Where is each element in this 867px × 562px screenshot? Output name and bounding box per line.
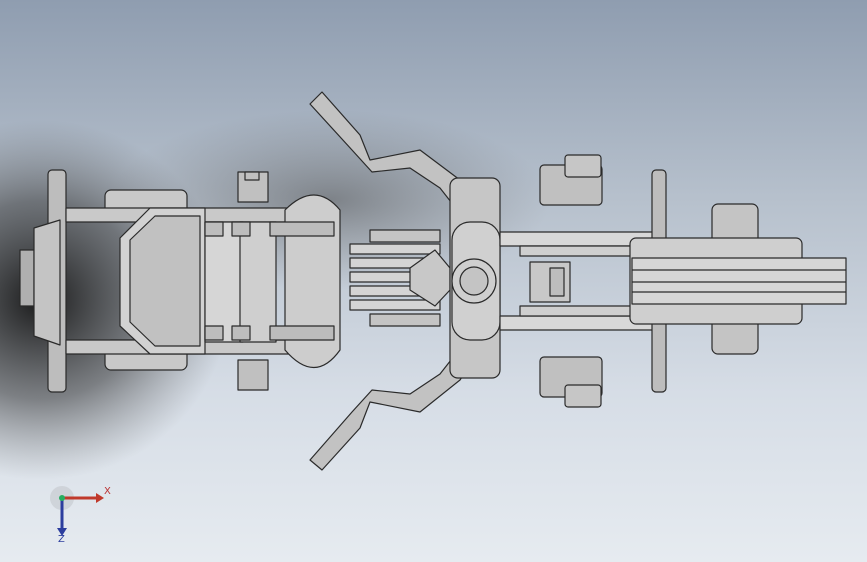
motorcycle-assembly-model[interactable] xyxy=(0,0,867,562)
y-axis-dot xyxy=(59,495,65,501)
fuel-tank xyxy=(284,194,341,368)
front-axle xyxy=(631,257,847,305)
cad-graphics-viewport[interactable]: X Z xyxy=(0,0,867,562)
side-tab xyxy=(237,359,269,391)
engine-fin xyxy=(349,299,441,311)
rear-fender xyxy=(33,219,61,346)
z-axis-label: Z xyxy=(58,534,65,545)
seat-slat xyxy=(204,221,244,343)
axis-triad: X Z xyxy=(40,480,120,550)
engine-fin xyxy=(349,243,441,255)
seat-slat xyxy=(239,221,277,343)
rear-hub xyxy=(19,249,35,307)
x-axis-label: X xyxy=(104,486,111,497)
